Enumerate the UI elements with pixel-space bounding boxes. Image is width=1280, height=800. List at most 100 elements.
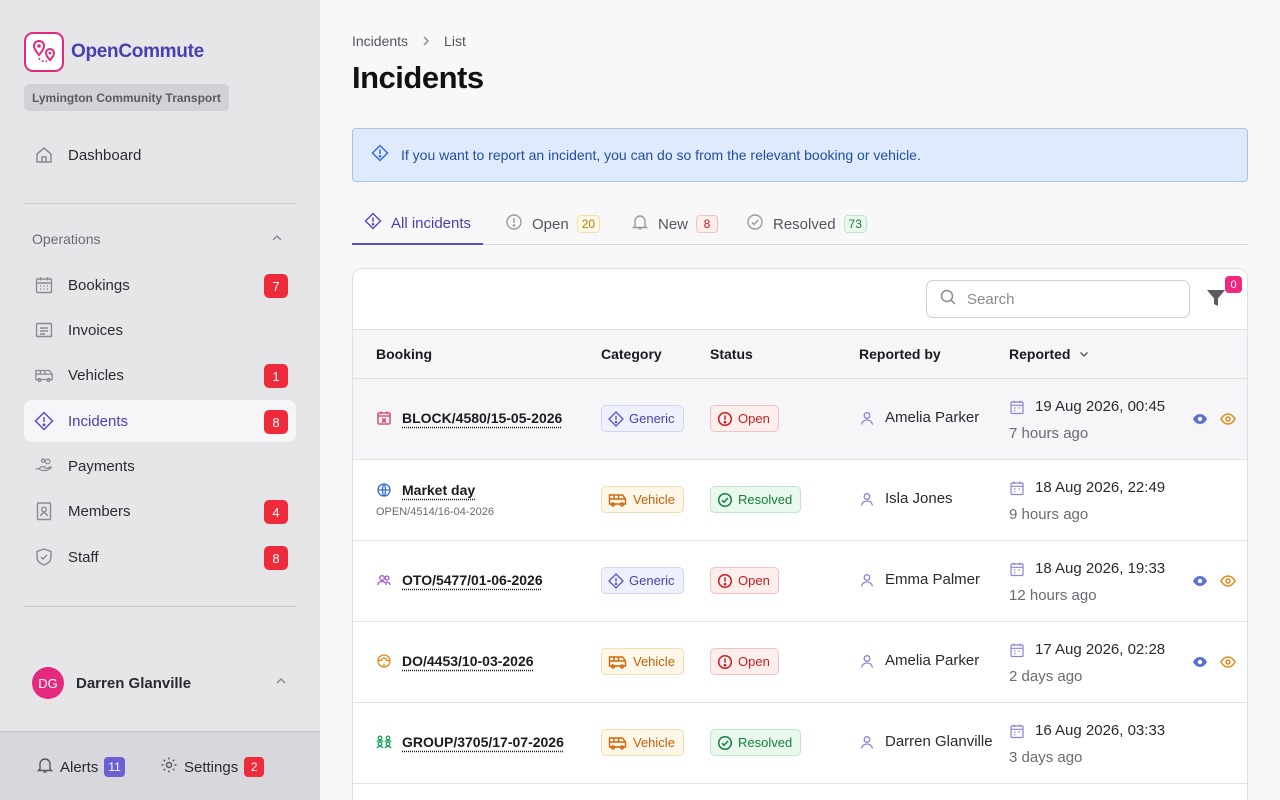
column-header-reported-by[interactable]: Reported by [859, 346, 941, 362]
reported-cell: 17 Aug 2026, 02:28 2 days ago [1009, 641, 1165, 685]
search-input[interactable] [967, 290, 1167, 308]
calendar-icon [1009, 399, 1025, 415]
category-badge: Vehicle [601, 729, 684, 756]
sidebar-item-label: Bookings [68, 276, 130, 294]
hand-coins-icon [34, 456, 54, 476]
table-row[interactable]: DO/4453/10-03-2026 Vehicle Open Amelia Park… [353, 622, 1247, 703]
status-badge: Resolved [710, 729, 802, 756]
sort-chevron-down-icon [1078, 348, 1090, 360]
sidebar-item-members[interactable]: Members 4 [24, 490, 296, 532]
column-header-status[interactable]: Status [710, 346, 753, 362]
bell-icon [36, 756, 54, 778]
watch-eye-icon[interactable] [1220, 654, 1236, 670]
status-badge: Open [710, 405, 779, 432]
settings-button[interactable]: Settings 2 [160, 756, 265, 778]
filter-icon[interactable] [1205, 287, 1227, 309]
watch-eye-icon[interactable] [1220, 411, 1236, 427]
booking-link[interactable]: Market day [402, 482, 475, 498]
sidebar-item-bookings[interactable]: Bookings 7 [24, 264, 296, 306]
booking-link[interactable]: GROUP/3705/17-07-2026 [402, 734, 564, 750]
count-badge: 8 [264, 546, 288, 570]
category-badge: Generic [601, 567, 684, 594]
category-cell: Vehicle [601, 729, 684, 756]
reported-relative-time: 7 hours ago [1009, 425, 1089, 442]
category-badge: Vehicle [601, 648, 684, 675]
brand-name: OpenCommute [71, 41, 204, 62]
category-cell: Generic [601, 405, 684, 432]
calendar-icon [1009, 561, 1025, 577]
view-eye-icon[interactable] [1192, 654, 1208, 670]
user-icon [859, 572, 875, 588]
chevron-up-icon[interactable] [274, 674, 288, 693]
tab-label: Open [532, 215, 569, 233]
steering-wheel-icon [376, 653, 392, 669]
sidebar-item-incidents[interactable]: Incidents 8 [24, 400, 296, 442]
table-row[interactable]: OTO/5477/01-06-2026 Generic Open Emma Palme… [353, 541, 1247, 622]
id-card-icon [34, 501, 54, 521]
sidebar-item-label: Payments [68, 457, 135, 475]
bus-icon [34, 365, 54, 385]
invoice-icon [34, 320, 54, 340]
sidebar-item-dashboard[interactable]: Dashboard [24, 134, 296, 176]
column-header-booking[interactable]: Booking [376, 346, 432, 362]
tab-label: Resolved [773, 215, 836, 233]
breadcrumb-parent-link[interactable]: Incidents [352, 33, 408, 49]
chevron-right-icon [420, 35, 432, 47]
sidebar-footer: Alerts 11 Settings 2 [0, 731, 320, 800]
status-cell: Resolved [710, 486, 802, 513]
reported-by-cell: Amelia Parker [859, 409, 979, 426]
category-badge: Vehicle [601, 486, 684, 513]
breadcrumb: Incidents List [352, 33, 466, 49]
status-badge: Open [710, 567, 779, 594]
tab-all-incidents[interactable]: All incidents [352, 203, 484, 245]
sidebar-item-label: Incidents [68, 412, 129, 430]
table-row[interactable]: BLOCK/4580/15-05-2026 Generic Open Amelia P… [353, 379, 1247, 460]
table-row[interactable]: GROUP/3705/17-07-2026 Vehicle Resolved Darr… [353, 703, 1247, 784]
brand[interactable]: OpenCommute [24, 32, 204, 72]
row-actions [1192, 654, 1236, 670]
reported-by-cell: Darren Glanville [859, 733, 993, 750]
reporter-name: Emma Palmer [885, 571, 981, 588]
column-header-reported[interactable]: Reported [1009, 346, 1090, 362]
sidebar-item-vehicles[interactable]: Vehicles 1 [24, 354, 296, 396]
search-icon [939, 288, 957, 311]
reported-cell: 18 Aug 2026, 19:33 12 hours ago [1009, 560, 1165, 604]
sidebar-item-invoices[interactable]: Invoices [24, 309, 296, 351]
search-field[interactable] [926, 280, 1190, 318]
booking-cell: GROUP/3705/17-07-2026 [376, 734, 564, 750]
alerts-button[interactable]: Alerts 11 [36, 756, 125, 778]
breadcrumb-current: List [444, 33, 466, 49]
user-icon [859, 410, 875, 426]
calendar-icon [34, 275, 54, 295]
tab-open[interactable]: Open 20 [505, 203, 601, 245]
booking-link[interactable]: DO/4453/10-03-2026 [402, 653, 534, 669]
user-menu[interactable]: DG Darren Glanville [32, 667, 288, 699]
table-row[interactable]: Market day OPEN/4514/16-04-2026 Vehicle Res… [353, 460, 1247, 541]
booking-link[interactable]: OTO/5477/01-06-2026 [402, 572, 543, 588]
column-header-category[interactable]: Category [601, 346, 662, 362]
sidebar-item-payments[interactable]: Payments [24, 445, 296, 487]
view-eye-icon[interactable] [1192, 573, 1208, 589]
sidebar-item-staff[interactable]: Staff 8 [24, 536, 296, 578]
chevron-up-icon[interactable] [270, 231, 284, 250]
alerts-label: Alerts [60, 758, 99, 776]
gear-icon [160, 756, 178, 778]
status-label: Resolved [738, 492, 793, 507]
tab-resolved[interactable]: Resolved 73 [746, 203, 867, 245]
booking-cell: OTO/5477/01-06-2026 [376, 572, 543, 588]
view-eye-icon[interactable] [1192, 411, 1208, 427]
section-title-operations: Operations [32, 231, 101, 247]
booking-link[interactable]: BLOCK/4580/15-05-2026 [402, 410, 562, 426]
reported-by-cell: Amelia Parker [859, 652, 979, 669]
reported-relative-time: 2 days ago [1009, 668, 1083, 685]
status-badge: Resolved [710, 486, 802, 513]
generic-diamond-icon [608, 410, 624, 427]
tab-new[interactable]: New 8 [631, 203, 719, 245]
vehicle-icon [608, 654, 628, 670]
watch-eye-icon[interactable] [1220, 573, 1236, 589]
users-icon [376, 572, 392, 588]
category-label: Vehicle [633, 735, 675, 750]
organisation-chip[interactable]: Lymington Community Transport [24, 84, 229, 111]
category-label: Vehicle [633, 654, 675, 669]
sidebar-item-label: Vehicles [68, 366, 124, 384]
